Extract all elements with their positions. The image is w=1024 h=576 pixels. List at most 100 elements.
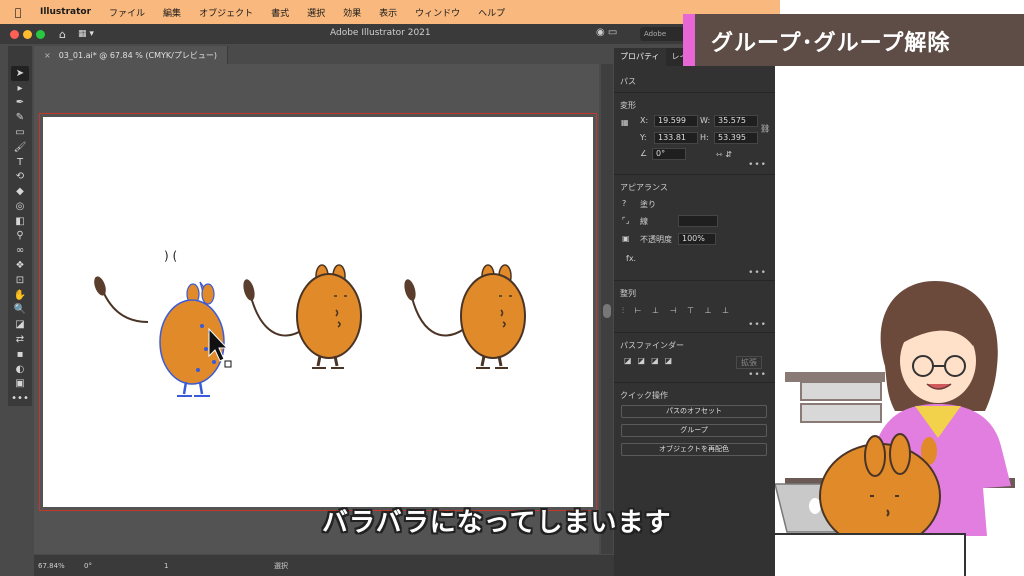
menu-select[interactable]: 選択 — [307, 6, 325, 19]
title-bar: ⌂ ▦ ▾ Adobe Illustrator 2021 ◉ ▭ Adobe — [0, 24, 775, 44]
character-ungrouped[interactable]: ) ( — [92, 249, 232, 397]
menu-file[interactable]: ファイル — [109, 6, 145, 19]
gradient-tool-icon[interactable]: ◧ — [11, 214, 29, 229]
fx-button[interactable]: fx. — [626, 254, 636, 263]
stroke-weight-field[interactable] — [678, 215, 718, 227]
swap-colors-icon[interactable]: ⇄ — [11, 332, 29, 347]
menu-effect[interactable]: 効果 — [343, 6, 361, 19]
paintbrush-tool-icon[interactable]: 🖌 — [11, 140, 29, 155]
eraser-tool-icon[interactable]: ◆ — [11, 184, 29, 199]
drawing-mode-icon[interactable]: ◐ — [11, 362, 29, 377]
shape-builder-icon[interactable]: ◎ — [11, 199, 29, 214]
quick-actions-header: クイック操作 — [620, 391, 668, 400]
constrain-proportions-icon[interactable]: ⛓ — [760, 124, 770, 133]
presenter-area — [754, 66, 1024, 576]
divider — [614, 332, 775, 333]
properties-panel: プロパティ レイ パス 変形 ▦ X: 19.599 W: 35.575 Y: … — [614, 48, 775, 576]
w-label: W: — [700, 116, 711, 125]
menu-type[interactable]: 書式 — [271, 6, 289, 19]
stroke-label: 線 — [640, 217, 648, 226]
artwork[interactable]: ) ( — [34, 64, 599, 554]
rectangle-tool-icon[interactable]: ▭ — [11, 125, 29, 140]
artboard-tool-icon[interactable]: ⊡ — [11, 273, 29, 288]
zoom-tool-icon[interactable]: 🔍 — [11, 303, 29, 318]
eyedropper-tool-icon[interactable]: ⚲ — [11, 229, 29, 244]
angle-field[interactable]: 0° — [652, 148, 686, 160]
appearance-more-icon[interactable]: ••• — [748, 268, 767, 278]
x-label: X: — [640, 116, 649, 125]
flip-horizontal-icon[interactable]: ⇿ ⇵ — [716, 150, 732, 159]
blend-tool-icon[interactable]: ∞ — [11, 243, 29, 258]
h-label: H: — [700, 133, 709, 142]
divider — [614, 382, 775, 383]
color-mode-icon[interactable]: ▪ — [11, 347, 29, 362]
rotate-tool-icon[interactable]: ⟲ — [11, 169, 29, 184]
menu-help[interactable]: ヘルプ — [478, 6, 505, 19]
align-header: 整列 — [620, 289, 636, 298]
presenter-illustration — [754, 281, 1015, 576]
current-tool-label: 選択 — [274, 561, 288, 570]
align-buttons-icon[interactable]: ⫶ ⊢ ⊥ ⊣ ⊤ ⊥ ⊥ — [622, 306, 733, 316]
y-field[interactable]: 133.81 — [654, 132, 698, 144]
group-button[interactable]: グループ — [621, 424, 767, 437]
scroll-thumb[interactable] — [603, 304, 611, 318]
opacity-field[interactable]: 100% — [678, 233, 716, 245]
fill-label: 塗り — [640, 200, 656, 209]
divider — [614, 174, 775, 175]
menu-edit[interactable]: 編集 — [163, 6, 181, 19]
menu-window[interactable]: ウィンドウ — [415, 6, 460, 19]
illustrator-window: ⌂ ▦ ▾ Adobe Illustrator 2021 ◉ ▭ Adobe ➤… — [0, 24, 775, 576]
sync-icon[interactable]: ◉ ▭ — [596, 27, 617, 38]
character-grouped-1[interactable] — [241, 264, 362, 369]
menu-view[interactable]: 表示 — [379, 6, 397, 19]
pen-tool-icon[interactable]: ✒ — [11, 96, 29, 111]
subtitle-caption: バラバラになってしまいます — [322, 508, 672, 538]
x-field[interactable]: 19.599 — [654, 115, 698, 127]
menu-object[interactable]: オブジェクト — [199, 6, 253, 19]
symbol-sprayer-icon[interactable]: ❖ — [11, 258, 29, 273]
pathfinder-more-icon[interactable]: ••• — [748, 370, 767, 380]
transform-more-icon[interactable]: ••• — [748, 160, 767, 170]
document-tab[interactable]: × 03_01.ai* @ 67.84 % (CMYK/プレビュー) — [34, 46, 228, 64]
close-window-button[interactable] — [10, 29, 19, 39]
episode-title-banner: グループ･グループ解除 — [683, 14, 1024, 66]
banner-accent — [683, 14, 695, 66]
recolor-artwork-button[interactable]: オブジェクトを再配色 — [621, 443, 767, 456]
w-field[interactable]: 35.575 — [714, 115, 758, 127]
vertical-scrollbar[interactable] — [601, 64, 613, 554]
stroke-swatch-icon[interactable]: ⌜⌟ — [622, 216, 630, 225]
opacity-icon: ▣ — [622, 234, 630, 243]
reference-point-icon[interactable]: ▦ — [621, 118, 629, 127]
character-grouped-2[interactable] — [402, 264, 526, 369]
artboard-number[interactable]: 1 — [164, 562, 194, 570]
expand-button[interactable]: 拡張 — [736, 356, 762, 369]
episode-title: グループ･グループ解除 — [711, 31, 951, 56]
zoom-window-button[interactable] — [36, 29, 45, 39]
fill-swatch-icon[interactable]: ? — [622, 199, 626, 208]
fill-stroke-icon[interactable]: ◪ — [11, 317, 29, 332]
selection-tool-icon[interactable]: ➤ — [11, 66, 29, 81]
home-icon[interactable]: ⌂ — [59, 28, 66, 41]
pathfinder-buttons-icon[interactable]: ◪◪◪◪ — [624, 356, 678, 365]
direct-selection-tool-icon[interactable]: ▸ — [11, 81, 29, 96]
status-bar: 67.84% 0° 1 選択 — [34, 555, 614, 576]
workspace-switcher-icon[interactable]: ▦ ▾ — [78, 29, 94, 39]
offset-path-button[interactable]: パスのオフセット — [621, 405, 767, 418]
canvas[interactable]: ) ( — [34, 64, 599, 554]
apple-icon[interactable]:  — [10, 4, 26, 20]
close-tab-icon[interactable]: × — [44, 51, 51, 60]
minimize-window-button[interactable] — [23, 29, 32, 39]
align-more-icon[interactable]: ••• — [748, 320, 767, 330]
screen-mode-icon[interactable]: ▣ — [11, 376, 29, 391]
zoom-level[interactable]: 67.84% — [38, 562, 78, 570]
type-tool-icon[interactable]: T — [11, 155, 29, 170]
curvature-tool-icon[interactable]: ✎ — [11, 110, 29, 125]
transform-header: 変形 — [620, 101, 636, 110]
more-tools-icon[interactable]: ••• — [11, 391, 29, 406]
hand-tool-icon[interactable]: ✋ — [11, 288, 29, 303]
menu-app-name[interactable]: Illustrator — [40, 7, 91, 17]
h-field[interactable]: 53.395 — [714, 132, 758, 144]
tab-properties[interactable]: プロパティ — [614, 48, 666, 66]
rotation-value[interactable]: 0° — [84, 562, 124, 570]
opacity-label: 不透明度 — [640, 235, 672, 244]
